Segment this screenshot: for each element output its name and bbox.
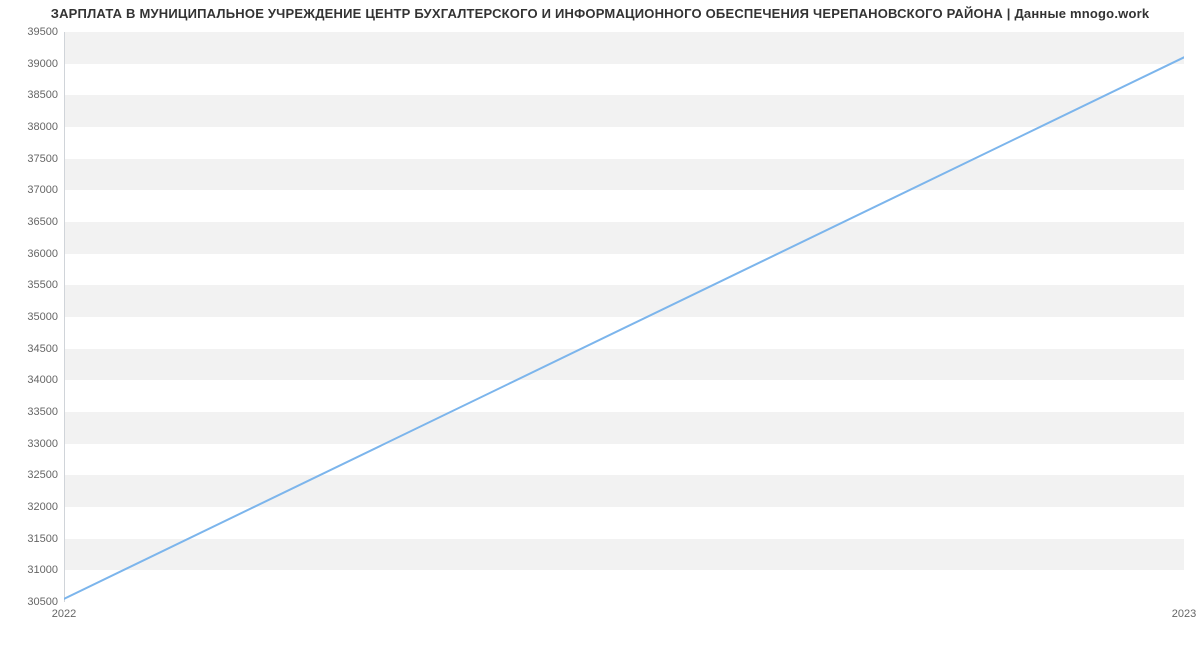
y-tick-label: 32500 [27, 469, 58, 481]
y-tick-label: 33000 [27, 438, 58, 450]
chart-title: ЗАРПЛАТА В МУНИЦИПАЛЬНОЕ УЧРЕЖДЕНИЕ ЦЕНТ… [0, 6, 1200, 21]
y-tick-label: 34500 [27, 343, 58, 355]
y-tick-label: 37000 [27, 184, 58, 196]
x-tick-label: 2022 [52, 608, 76, 620]
y-tick-label: 37500 [27, 153, 58, 165]
x-tick-label: 2023 [1172, 608, 1196, 620]
chart-container: ЗАРПЛАТА В МУНИЦИПАЛЬНОЕ УЧРЕЖДЕНИЕ ЦЕНТ… [0, 0, 1200, 650]
y-tick-label: 35000 [27, 311, 58, 323]
y-tick-label: 36000 [27, 248, 58, 260]
y-tick-label: 38000 [27, 121, 58, 133]
y-tick-label: 38500 [27, 89, 58, 101]
y-tick-label: 36500 [27, 216, 58, 228]
y-tick-label: 33500 [27, 406, 58, 418]
y-tick-label: 39000 [27, 58, 58, 70]
y-tick-label: 34000 [27, 374, 58, 386]
plot-area [64, 32, 1184, 602]
y-tick-label: 32000 [27, 501, 58, 513]
y-tick-label: 30500 [27, 596, 58, 608]
y-tick-label: 31500 [27, 533, 58, 545]
data-line [64, 32, 1184, 602]
y-tick-label: 39500 [27, 26, 58, 38]
y-tick-label: 31000 [27, 564, 58, 576]
y-tick-label: 35500 [27, 279, 58, 291]
